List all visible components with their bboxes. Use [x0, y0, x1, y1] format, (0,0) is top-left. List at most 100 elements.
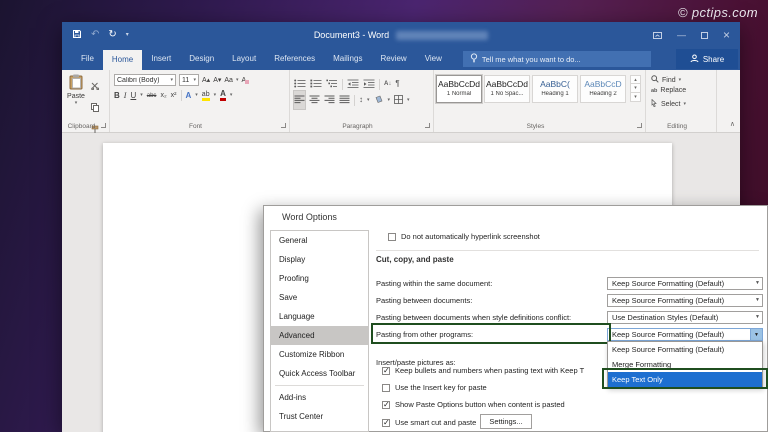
pasting-other-programs-dropdown[interactable]: Keep Source Formatting (Default) ▼: [607, 328, 763, 341]
collapse-ribbon-icon[interactable]: ∧: [730, 120, 735, 128]
align-right-icon[interactable]: [324, 91, 335, 109]
paste-button[interactable]: Paste ▾: [64, 74, 88, 106]
bold-button[interactable]: B: [114, 92, 120, 100]
clear-formatting-button[interactable]: A: [241, 77, 246, 84]
keep-bullets-checkbox-row[interactable]: Keep bullets and numbers when pasting te…: [382, 366, 584, 375]
chevron-down-icon: ▾: [236, 78, 239, 83]
style-heading-1[interactable]: AaBbC( Heading 1: [532, 75, 578, 103]
replace-button[interactable]: ab Replace: [651, 87, 686, 94]
pasting-within-dropdown[interactable]: Keep Source Formatting (Default) ▼: [607, 277, 763, 290]
dropdown-value: Use Destination Styles (Default): [612, 313, 718, 322]
chevron-down-icon: ▼: [755, 280, 760, 286]
font-color-button[interactable]: A: [220, 90, 226, 101]
subscript-button[interactable]: x₂: [160, 92, 166, 99]
line-spacing-icon[interactable]: ↕: [359, 96, 363, 104]
tab-design[interactable]: Design: [180, 48, 223, 70]
font-size-select[interactable]: 11▾: [179, 74, 199, 86]
shading-icon[interactable]: [374, 91, 384, 109]
borders-icon[interactable]: [394, 91, 403, 109]
styles-dialog-launcher-icon[interactable]: [637, 123, 642, 128]
tab-references[interactable]: References: [265, 48, 324, 70]
settings-button[interactable]: Settings...: [480, 414, 532, 429]
tab-home[interactable]: Home: [103, 50, 142, 70]
styles-more-icon[interactable]: ▾: [630, 93, 641, 102]
dropdown-option-keep-source[interactable]: Keep Source Formatting (Default): [608, 342, 762, 357]
pasting-between-dropdown[interactable]: Keep Source Formatting (Default) ▼: [607, 294, 763, 307]
pasting-within-label: Pasting within the same document:: [376, 277, 492, 290]
ribbon-display-options-icon[interactable]: [653, 26, 662, 44]
sidebar-item-language[interactable]: Language: [271, 307, 368, 326]
superscript-button[interactable]: x²: [171, 92, 177, 99]
sidebar-item-proofing[interactable]: Proofing: [271, 269, 368, 288]
checkbox-unchecked[interactable]: [382, 384, 390, 392]
font-dialog-launcher-icon[interactable]: [281, 123, 286, 128]
justify-icon[interactable]: [339, 91, 350, 109]
paragraph-dialog-launcher-icon[interactable]: [425, 123, 430, 128]
hyperlink-checkbox-row[interactable]: Do not automatically hyperlink screensho…: [388, 232, 540, 241]
tab-view[interactable]: View: [416, 48, 451, 70]
change-case-button[interactable]: Aa: [224, 77, 233, 84]
sidebar-item-general[interactable]: General: [271, 231, 368, 250]
sidebar-item-add-ins[interactable]: Add-ins: [271, 388, 368, 407]
window-controls: — ×: [653, 22, 730, 48]
maximize-icon[interactable]: [701, 32, 708, 39]
scroll-up-icon[interactable]: ▴: [630, 75, 641, 84]
chevron-down-icon: ▾: [75, 101, 78, 106]
style-heading-2[interactable]: AaBbCcD Heading 2: [580, 75, 626, 103]
style-name: 1 Normal: [437, 91, 481, 97]
text-effects-button[interactable]: A: [186, 92, 192, 100]
sidebar-item-trust-center[interactable]: Trust Center: [271, 407, 368, 426]
share-button[interactable]: Share: [676, 49, 738, 69]
sidebar-item-quick-access-toolbar[interactable]: Quick Access Toolbar: [271, 364, 368, 383]
scroll-down-icon[interactable]: ▾: [630, 84, 641, 93]
style-preview: AaBbCcDd: [485, 79, 529, 89]
tab-review[interactable]: Review: [371, 48, 415, 70]
tab-mailings[interactable]: Mailings: [324, 48, 371, 70]
pasting-conflict-dropdown[interactable]: Use Destination Styles (Default) ▼: [607, 311, 763, 324]
minimize-icon[interactable]: —: [677, 30, 686, 40]
chevron-down-icon: ▾: [367, 98, 370, 103]
font-group-label: Font: [110, 123, 281, 130]
clipboard-dialog-launcher-icon[interactable]: [101, 123, 106, 128]
checkbox-checked[interactable]: [382, 401, 390, 409]
sidebar-item-save[interactable]: Save: [271, 288, 368, 307]
shrink-font-button[interactable]: A▾: [213, 77, 221, 84]
checkbox-unchecked[interactable]: [388, 233, 396, 241]
checkbox-checked[interactable]: [382, 367, 390, 375]
find-button[interactable]: Find ▾: [651, 75, 681, 85]
font-name-select[interactable]: Calibri (Body)▾: [114, 74, 176, 86]
align-left-icon[interactable]: [294, 91, 305, 109]
dropdown-arrow-button[interactable]: ▼: [750, 329, 762, 340]
chevron-down-icon: ▾: [388, 98, 391, 103]
copy-icon[interactable]: [91, 99, 99, 117]
highlight-color-button[interactable]: ab: [202, 91, 210, 101]
paste-options-checkbox-row[interactable]: Show Paste Options button when content i…: [382, 400, 565, 409]
insert-key-checkbox-row[interactable]: Use the Insert key for paste: [382, 383, 487, 392]
editing-group: Find ▾ ab Replace Select ▾ Editing: [646, 70, 717, 132]
strikethrough-button[interactable]: abc: [147, 93, 157, 99]
dialog-sidebar: General Display Proofing Save Language A…: [270, 230, 369, 432]
style-normal[interactable]: AaBbCcDd 1 Normal: [436, 75, 482, 103]
tell-me-box[interactable]: Tell me what you want to do...: [463, 51, 651, 67]
sidebar-separator: [275, 385, 364, 386]
sort-icon[interactable]: A↓: [384, 81, 391, 87]
sidebar-item-advanced[interactable]: Advanced: [271, 326, 368, 345]
style-no-spacing[interactable]: AaBbCcDd 1 No Spac...: [484, 75, 530, 103]
close-icon[interactable]: ×: [723, 28, 730, 42]
smart-cut-paste-checkbox-row[interactable]: Use smart cut and paste: [382, 418, 488, 427]
pilcrow-icon[interactable]: ¶: [395, 80, 399, 88]
select-button[interactable]: Select ▾: [651, 99, 686, 109]
checkbox-checked[interactable]: [382, 419, 390, 427]
chevron-down-icon: ▾: [214, 93, 217, 98]
grow-font-button[interactable]: A▴: [202, 77, 210, 84]
sidebar-item-display[interactable]: Display: [271, 250, 368, 269]
italic-button[interactable]: I: [124, 92, 127, 100]
tab-insert[interactable]: Insert: [142, 48, 180, 70]
tab-layout[interactable]: Layout: [223, 48, 265, 70]
align-center-icon[interactable]: [309, 91, 320, 109]
tab-file[interactable]: File: [72, 48, 103, 70]
underline-button[interactable]: U: [130, 92, 136, 100]
sidebar-item-customize-ribbon[interactable]: Customize Ribbon: [271, 345, 368, 364]
find-label: Find: [662, 77, 676, 84]
cut-icon[interactable]: [91, 77, 99, 95]
